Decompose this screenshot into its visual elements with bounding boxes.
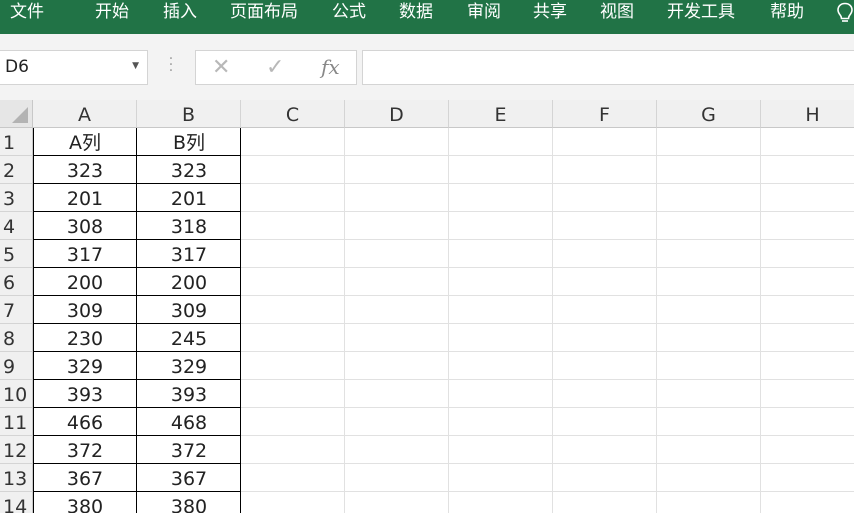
row-header[interactable]: 9 xyxy=(0,352,33,380)
cell-b[interactable]: 309 xyxy=(137,296,241,324)
tab-review[interactable]: 审阅 xyxy=(467,0,501,26)
row-header[interactable]: 6 xyxy=(0,268,33,296)
column-header-d[interactable]: D xyxy=(345,100,449,128)
column-header-a[interactable]: A xyxy=(33,100,137,128)
cell-a[interactable]: 200 xyxy=(33,268,137,296)
cell-a[interactable]: 308 xyxy=(33,212,137,240)
row-header[interactable]: 3 xyxy=(0,184,33,212)
row-header[interactable]: 2 xyxy=(0,156,33,184)
tab-page-layout[interactable]: 页面布局 xyxy=(230,0,298,26)
cell-b[interactable]: 245 xyxy=(137,324,241,352)
table-border xyxy=(33,351,241,352)
table-border xyxy=(33,183,241,184)
tab-share[interactable]: 共享 xyxy=(533,0,567,26)
grid-line xyxy=(344,128,345,513)
cell-b[interactable]: 367 xyxy=(137,464,241,492)
table-border xyxy=(33,435,241,436)
cell-b[interactable]: B列 xyxy=(137,128,241,156)
tab-file[interactable]: 文件 xyxy=(10,0,44,26)
formula-input[interactable] xyxy=(362,50,854,85)
cell-a[interactable]: 230 xyxy=(33,324,137,352)
cell-b[interactable]: 329 xyxy=(137,352,241,380)
cancel-icon[interactable]: ✕ xyxy=(212,55,230,80)
grid-line xyxy=(448,128,449,513)
enter-icon[interactable]: ✓ xyxy=(266,55,284,80)
select-all-corner[interactable] xyxy=(0,100,33,128)
table-border xyxy=(33,491,241,492)
table-border xyxy=(33,379,241,380)
column-header-f[interactable]: F xyxy=(553,100,657,128)
table-border xyxy=(136,128,137,513)
row-header[interactable]: 1 xyxy=(0,128,33,156)
row-header[interactable]: 13 xyxy=(0,464,33,492)
cell-b[interactable]: 317 xyxy=(137,240,241,268)
table-border xyxy=(33,267,241,268)
row-header[interactable]: 11 xyxy=(0,408,33,436)
column-header-b[interactable]: B xyxy=(137,100,241,128)
table-border xyxy=(33,239,241,240)
tab-insert[interactable]: 插入 xyxy=(163,0,197,26)
row-header[interactable]: 10 xyxy=(0,380,33,408)
cell-a[interactable]: 317 xyxy=(33,240,137,268)
table-border xyxy=(33,211,241,212)
tab-data[interactable]: 数据 xyxy=(399,0,433,26)
cell-b[interactable]: 318 xyxy=(137,212,241,240)
cell-b[interactable]: 372 xyxy=(137,436,241,464)
cell-b[interactable]: 468 xyxy=(137,408,241,436)
column-header-e[interactable]: E xyxy=(449,100,553,128)
name-box-value: D6 xyxy=(5,57,29,77)
row-header[interactable]: 8 xyxy=(0,324,33,352)
cell-a[interactable]: 367 xyxy=(33,464,137,492)
cell-a[interactable]: 380 xyxy=(33,492,137,513)
name-box[interactable]: D6 ▼ xyxy=(0,50,148,85)
more-options-icon[interactable]: · · · xyxy=(168,52,174,78)
cell-b[interactable]: 380 xyxy=(137,492,241,513)
cell-a[interactable]: 393 xyxy=(33,380,137,408)
cell-b[interactable]: 200 xyxy=(137,268,241,296)
cell-a[interactable]: A列 xyxy=(33,128,137,156)
lightbulb-icon[interactable] xyxy=(836,2,854,24)
column-header-c[interactable]: C xyxy=(241,100,345,128)
ribbon-bar: 文件 开始 插入 页面布局 公式 数据 审阅 共享 视图 开发工具 帮助 xyxy=(0,0,854,34)
cell-a[interactable]: 372 xyxy=(33,436,137,464)
cell-b[interactable]: 323 xyxy=(137,156,241,184)
chevron-down-icon[interactable]: ▼ xyxy=(132,61,139,71)
grid-line xyxy=(656,128,657,513)
cell-b[interactable]: 201 xyxy=(137,184,241,212)
row-header[interactable]: 7 xyxy=(0,296,33,324)
grid-line xyxy=(552,128,553,513)
cell-a[interactable]: 323 xyxy=(33,156,137,184)
table-border xyxy=(33,463,241,464)
grid-line xyxy=(760,128,761,513)
tab-view[interactable]: 视图 xyxy=(600,0,634,26)
tab-formulas[interactable]: 公式 xyxy=(332,0,366,26)
row-header[interactable]: 4 xyxy=(0,212,33,240)
cell-a[interactable]: 329 xyxy=(33,352,137,380)
worksheet-grid[interactable]: A B C D E F G H 1 A列 B列 2 323 323 3 201 201 4 308 318 5 317 31… xyxy=(0,100,854,513)
tab-help[interactable]: 帮助 xyxy=(770,0,804,26)
cell-a[interactable]: 309 xyxy=(33,296,137,324)
row-header[interactable]: 12 xyxy=(0,436,33,464)
table-border xyxy=(33,295,241,296)
formula-buttons: ✕ ✓ fx xyxy=(195,50,357,85)
column-header-g[interactable]: G xyxy=(657,100,761,128)
row-header[interactable]: 14 xyxy=(0,492,33,513)
tab-developer[interactable]: 开发工具 xyxy=(667,0,735,26)
column-header-h[interactable]: H xyxy=(761,100,854,128)
tab-home[interactable]: 开始 xyxy=(95,0,129,26)
table-border xyxy=(33,323,241,324)
table-border xyxy=(33,155,241,156)
cell-a[interactable]: 201 xyxy=(33,184,137,212)
cell-b[interactable]: 393 xyxy=(137,380,241,408)
row-header[interactable]: 5 xyxy=(0,240,33,268)
table-border xyxy=(33,407,241,408)
insert-function-icon[interactable]: fx xyxy=(321,55,340,79)
cell-a[interactable]: 466 xyxy=(33,408,137,436)
